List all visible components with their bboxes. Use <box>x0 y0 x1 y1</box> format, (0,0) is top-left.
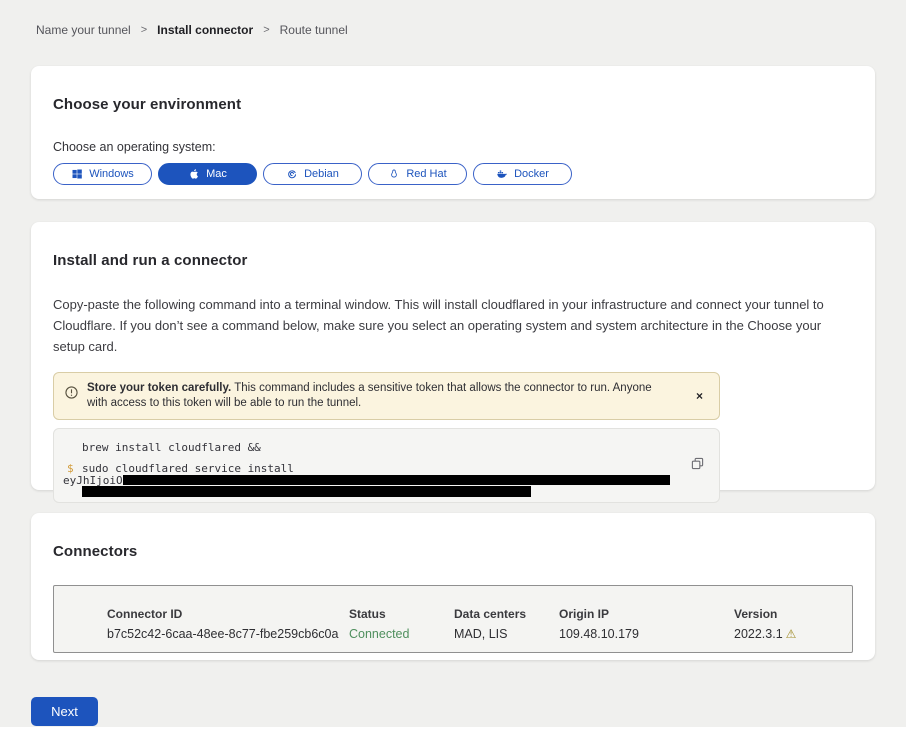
breadcrumb-separator-icon: > <box>263 24 269 36</box>
close-icon[interactable]: × <box>692 388 707 404</box>
choose-environment-card: Choose your environment Choose an operat… <box>31 66 875 199</box>
redacted-token-bar <box>82 486 531 497</box>
breadcrumb: Name your tunnel > Install connector > R… <box>36 23 348 37</box>
alert-circle-icon <box>65 386 78 399</box>
os-button-windows[interactable]: Windows <box>53 163 152 185</box>
code-text: brew install cloudflared && <box>82 442 261 453</box>
os-button-label: Windows <box>89 168 134 180</box>
os-button-label: Mac <box>206 168 227 180</box>
prompt-placeholder <box>63 442 82 453</box>
breadcrumb-separator-icon: > <box>141 24 147 36</box>
os-button-label: Debian <box>304 168 339 180</box>
redhat-icon <box>388 168 400 180</box>
column-header-origin-ip: Origin IP <box>559 607 734 627</box>
code-line-brew: brew install cloudflared && <box>63 442 705 453</box>
column-header-connector-id: Connector ID <box>107 607 349 627</box>
os-button-label: Red Hat <box>406 168 446 180</box>
apple-icon <box>188 168 200 180</box>
os-button-docker[interactable]: Docker <box>473 163 572 185</box>
tunnel-setup-page: Name your tunnel > Install connector > R… <box>0 0 906 740</box>
os-button-group: Windows Mac Debian Red Hat <box>53 163 853 185</box>
breadcrumb-name-your-tunnel[interactable]: Name your tunnel <box>36 23 131 37</box>
status-badge: Connected <box>349 627 454 647</box>
docker-icon <box>496 168 508 180</box>
code-line-sudo: $ sudo cloudflared service install <box>63 463 705 474</box>
column-header-data-centers: Data centers <box>454 607 559 627</box>
code-text: sudo cloudflared service install <box>82 463 294 474</box>
install-description: Copy-paste the following command into a … <box>53 294 847 357</box>
os-button-debian[interactable]: Debian <box>263 163 362 185</box>
code-line-token: eyJhIjoiO <box>63 475 705 486</box>
environment-card-title: Choose your environment <box>53 96 853 113</box>
breadcrumb-route-tunnel[interactable]: Route tunnel <box>280 23 348 37</box>
debian-icon <box>286 168 298 180</box>
version-warning-icon: ⚠ <box>786 627 797 641</box>
page-bottom-strip <box>0 727 906 740</box>
os-button-mac[interactable]: Mac <box>158 163 257 185</box>
token-warning-banner: Store your token carefully. This command… <box>53 372 720 420</box>
install-command-code-block: brew install cloudflared && $ sudo cloud… <box>53 428 720 503</box>
token-warning-bold: Store your token carefully. <box>87 382 231 394</box>
copy-icon[interactable] <box>691 457 704 470</box>
os-button-redhat[interactable]: Red Hat <box>368 163 467 185</box>
connectors-card-title: Connectors <box>53 543 853 560</box>
data-centers-cell: MAD, LIS <box>454 627 559 647</box>
column-header-version: Version <box>734 607 852 627</box>
windows-icon <box>71 168 83 180</box>
next-button[interactable]: Next <box>31 697 98 726</box>
connectors-table: Connector ID Status Data centers Origin … <box>53 585 853 653</box>
os-button-label: Docker <box>514 168 549 180</box>
install-card-title: Install and run a connector <box>53 252 853 269</box>
install-connector-card: Install and run a connector Copy-paste t… <box>31 222 875 490</box>
version-cell: 2022.3.1⚠ <box>734 627 852 647</box>
redacted-token-bar <box>123 475 670 485</box>
connectors-card: Connectors Connector ID Status Data cent… <box>31 513 875 660</box>
token-prefix: eyJhIjoiO <box>63 475 123 486</box>
token-warning-text: Store your token carefully. This command… <box>87 381 662 411</box>
origin-ip-cell: 109.48.10.179 <box>559 627 734 647</box>
shell-prompt: $ <box>63 463 82 474</box>
os-select-label: Choose an operating system: <box>53 140 853 154</box>
version-value: 2022.3.1 <box>734 627 783 641</box>
breadcrumb-install-connector[interactable]: Install connector <box>157 23 253 37</box>
connector-id-cell: b7c52c42-6caa-48ee-8c77-fbe259cb6c0a <box>107 627 349 647</box>
column-header-status: Status <box>349 607 454 627</box>
